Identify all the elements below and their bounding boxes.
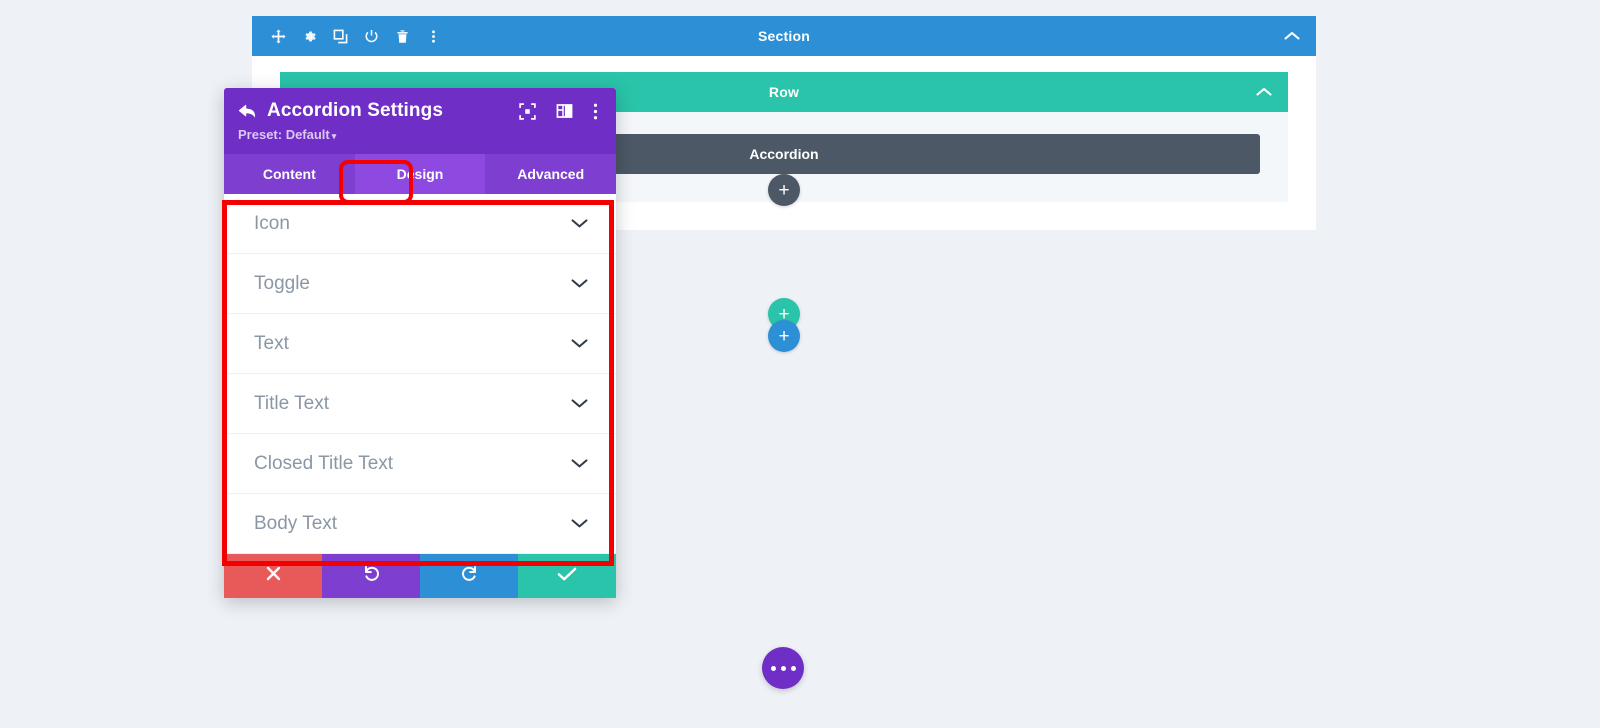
add-module-glyph: + — [778, 179, 790, 201]
add-section-glyph: + — [778, 325, 790, 347]
undo-icon — [362, 564, 381, 588]
save-button[interactable] — [518, 554, 616, 598]
check-icon — [557, 566, 577, 587]
tab-design-label: Design — [396, 166, 444, 182]
section-label-title-text: Title Text — [254, 392, 329, 414]
tab-content-label: Content — [262, 166, 316, 182]
settings-scrollbar[interactable] — [609, 202, 614, 374]
more-vertical-icon[interactable] — [593, 103, 598, 120]
section-toggle-text[interactable]: Text — [224, 314, 616, 374]
tab-advanced[interactable]: Advanced — [485, 154, 616, 194]
undo-button[interactable] — [322, 554, 420, 598]
settings-header: Accordion Settings Preset: Default ▾ — [224, 88, 616, 154]
preset-caret: ▾ — [331, 131, 337, 141]
redo-button[interactable] — [420, 554, 518, 598]
accordion-settings-modal: Accordion Settings Preset: Default ▾ Con… — [224, 88, 616, 598]
redo-icon — [460, 564, 479, 588]
chevron-down-icon — [571, 218, 588, 229]
close-icon — [265, 565, 282, 587]
tab-advanced-label: Advanced — [517, 166, 585, 182]
section-toolbar: Section — [252, 16, 1316, 56]
duplicate-icon[interactable] — [332, 28, 349, 45]
settings-tabs: Content Design Advanced — [224, 154, 616, 194]
add-section-button[interactable]: + — [768, 320, 800, 352]
section-label-body-text: Body Text — [254, 512, 338, 534]
fullscreen-icon[interactable] — [519, 102, 536, 120]
more-vertical-icon[interactable] — [425, 28, 442, 45]
tab-design[interactable]: Design — [354, 154, 486, 194]
back-arrow-icon[interactable] — [238, 103, 257, 120]
section-label-closed-title-text: Closed Title Text — [254, 452, 394, 474]
chevron-down-icon — [571, 458, 588, 469]
power-icon[interactable] — [363, 28, 380, 45]
tab-content[interactable]: Content — [224, 154, 355, 194]
chevron-down-icon — [571, 338, 588, 349]
preset-label: Preset: Default — [238, 127, 330, 142]
chevron-down-icon — [571, 398, 588, 409]
section-toggle-toggle[interactable]: Toggle — [224, 254, 616, 314]
section-toggle-closed-title-text[interactable]: Closed Title Text — [224, 434, 616, 494]
section-label-icon: Icon — [254, 212, 290, 234]
section-toggle-body-text[interactable]: Body Text — [224, 494, 616, 554]
move-icon[interactable] — [270, 28, 287, 45]
section-label-toggle: Toggle — [254, 272, 310, 294]
section-toggle-icon[interactable]: Icon — [224, 194, 616, 254]
dot-2 — [780, 665, 786, 671]
section-tool-group — [252, 28, 442, 45]
settings-title-row: Accordion Settings — [238, 100, 602, 122]
section-collapse-chevron-up-icon[interactable] — [1284, 31, 1316, 41]
preset-selector[interactable]: Preset: Default ▾ — [238, 127, 336, 142]
settings-title: Accordion Settings — [267, 100, 443, 121]
gear-icon[interactable] — [301, 28, 318, 45]
layout-panel-icon[interactable] — [556, 103, 573, 119]
settings-footer — [224, 554, 616, 598]
section-toggle-title-text[interactable]: Title Text — [224, 374, 616, 434]
add-module-button[interactable]: + — [768, 174, 800, 206]
dot-1 — [770, 665, 776, 671]
section-label-text: Text — [254, 332, 289, 354]
module-label: Accordion — [749, 146, 819, 162]
chevron-down-icon — [571, 518, 588, 529]
row-collapse-chevron-up-icon[interactable] — [1256, 87, 1288, 97]
trash-icon[interactable] — [394, 28, 411, 45]
design-section-list: Icon Toggle Text Title Text Closed Title — [224, 194, 616, 554]
dot-3 — [790, 665, 796, 671]
settings-header-icons — [519, 102, 602, 120]
builder-menu-button[interactable] — [762, 647, 804, 689]
chevron-down-icon — [571, 278, 588, 289]
cancel-button[interactable] — [224, 554, 322, 598]
